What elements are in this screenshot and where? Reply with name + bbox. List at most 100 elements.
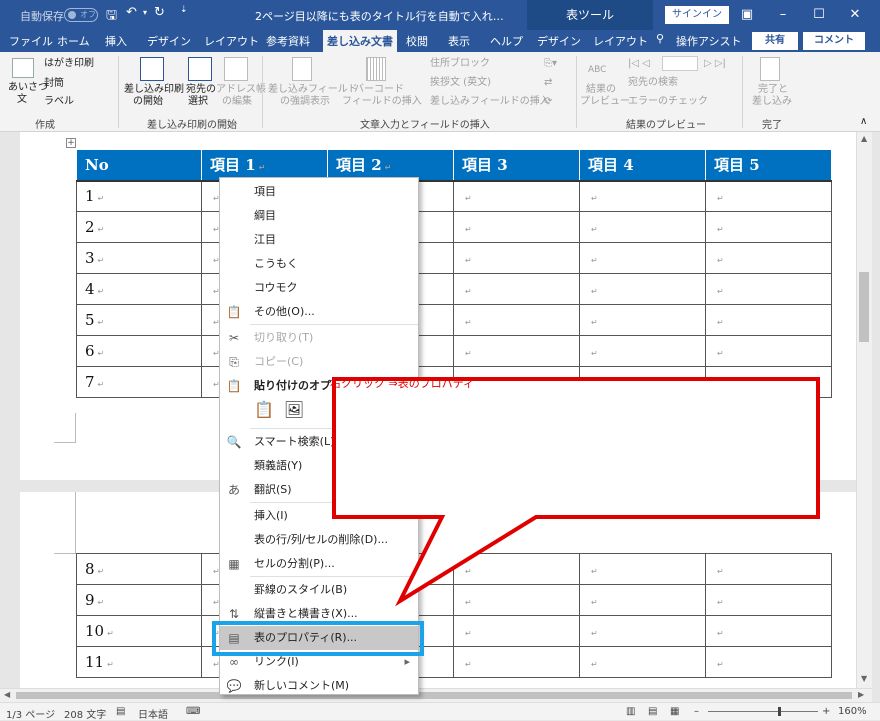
scroll-left-icon[interactable]: ◀ [4, 690, 10, 699]
table-cell[interactable]: ↵ [453, 273, 580, 305]
table-cell[interactable]: ↵ [705, 304, 832, 336]
table-cell[interactable]: ↵ [453, 180, 580, 212]
table-cell[interactable]: ↵ [579, 335, 706, 367]
menu-cut[interactable]: ✂ 切り取り(T) [220, 326, 418, 350]
suggestion-item-4[interactable]: こうもく [220, 252, 418, 276]
header-item1[interactable]: 項目 1 ↵ [201, 149, 328, 182]
table-cell[interactable]: ↵ [453, 615, 580, 647]
first-record-icon[interactable]: |◁ ◁ [628, 58, 650, 70]
tab-review[interactable]: 校閲 [406, 33, 428, 49]
suggestion-item-2[interactable]: 綱目 [220, 204, 418, 228]
insert-merge-field-button[interactable]: 差し込みフィールドの挿入 [430, 96, 550, 108]
page-count[interactable]: 1/3 ページ [6, 706, 55, 721]
table-cell[interactable]: ↵ [579, 211, 706, 243]
greeting-button[interactable]: あいさつ [8, 82, 48, 94]
postcard-print-button[interactable]: はがき印刷 [44, 58, 94, 70]
read-mode-icon[interactable]: ▥ [626, 706, 635, 717]
horizontal-scroll-thumb[interactable] [16, 692, 852, 699]
print-layout-icon[interactable]: ▤ [648, 706, 657, 717]
horizontal-scrollbar[interactable]: ◀ ▶ [0, 688, 872, 702]
table-cell[interactable]: ↵ [705, 335, 832, 367]
maximize-icon[interactable]: ☐ [802, 0, 836, 30]
ribbon-display-options-icon[interactable]: ▣ [730, 0, 764, 30]
update-labels-icon[interactable]: ⟳ [544, 96, 552, 108]
check-errors-button[interactable]: エラーのチェック [628, 96, 708, 108]
row-number-cell[interactable]: 7 ↵ [76, 366, 202, 398]
table-cell[interactable]: ↵ [453, 335, 580, 367]
word-count[interactable]: 208 文字 [64, 706, 106, 721]
tab-view[interactable]: 表示 [448, 33, 470, 49]
tab-home[interactable]: ホーム [57, 33, 90, 49]
match-fields-icon[interactable]: ⇄ [544, 77, 552, 89]
table-cell[interactable]: ↵ [579, 242, 706, 274]
web-layout-icon[interactable]: ▦ [670, 706, 679, 717]
select-recipients-button[interactable]: 宛先の [186, 84, 216, 96]
tab-table-layout[interactable]: レイアウト [593, 33, 648, 49]
header-item3[interactable]: 項目 3 [453, 149, 580, 182]
redo-icon[interactable]: ↻ [154, 5, 165, 20]
address-block-button[interactable]: 住所ブロック [430, 58, 490, 70]
data-table-page1[interactable]: No 項目 1↵ 項目 2↵ 項目 3 項目 4 項目 5 1↵↵↵↵↵↵2↵↵… [76, 149, 832, 398]
label-button[interactable]: ラベル [44, 96, 74, 108]
suggestion-item-3[interactable]: 江目 [220, 228, 418, 252]
tab-design[interactable]: デザイン [147, 33, 191, 49]
row-number-cell[interactable]: 8 ↵ [76, 553, 202, 585]
finish-merge-button[interactable]: 完了と [758, 84, 788, 96]
save-icon[interactable]: 🖫 [106, 6, 117, 28]
autosave-toggle[interactable]: オフ [64, 8, 98, 22]
highlight-fields-button[interactable]: 差し込みフィールド [268, 84, 358, 96]
table-cell[interactable]: ↵ [579, 615, 706, 647]
tab-layout[interactable]: レイアウト [204, 33, 259, 49]
table-cell[interactable]: ↵ [705, 242, 832, 274]
signin-button[interactable]: サインイン [665, 6, 729, 24]
tab-file[interactable]: ファイル [9, 33, 53, 49]
collapse-ribbon-icon[interactable]: ∧ [860, 116, 867, 128]
paste-picture-icon[interactable]: 🖼 [284, 400, 304, 419]
suggestion-item-5[interactable]: コウモク [220, 276, 418, 300]
menu-copy[interactable]: ⎘ コピー(C) [220, 350, 418, 374]
table-cell[interactable]: ↵ [705, 180, 832, 212]
row-number-cell[interactable]: 5 ↵ [76, 304, 202, 336]
zoom-slider[interactable] [708, 711, 818, 712]
barcode-field-button[interactable]: バーコード [354, 84, 404, 96]
undo-dropdown-icon[interactable]: ▾ [143, 8, 147, 17]
undo-icon[interactable]: ↶ [126, 5, 137, 20]
row-number-cell[interactable]: 3 ↵ [76, 242, 202, 274]
table-cell[interactable]: ↵ [579, 273, 706, 305]
comment-button[interactable]: コメント [803, 32, 865, 50]
row-number-cell[interactable]: 4 ↵ [76, 273, 202, 305]
record-number-input[interactable] [662, 56, 698, 71]
zoom-level[interactable]: 160% [838, 706, 867, 717]
language[interactable]: 日本語 [138, 706, 168, 721]
suggestion-item-1[interactable]: 項目 [220, 180, 418, 204]
table-cell[interactable]: ↵ [579, 304, 706, 336]
edit-recipients-button[interactable]: アドレス帳 [216, 84, 266, 96]
vertical-scroll-thumb[interactable] [859, 272, 869, 342]
vertical-scrollbar[interactable]: ▲ ▼ [856, 132, 872, 688]
menu-more[interactable]: 📋 その他(O)... [220, 300, 418, 324]
tab-table-design[interactable]: デザイン [537, 33, 581, 49]
next-record-icon[interactable]: ▷ ▷| [704, 58, 726, 70]
accessibility-icon[interactable]: ⌨ [186, 706, 200, 717]
rules-icon[interactable]: ⎘▾ [544, 58, 557, 70]
table-cell[interactable]: ↵ [705, 646, 832, 678]
menu-new-comment[interactable]: 💬 新しいコメント(M) [220, 674, 418, 698]
proofing-icon[interactable]: ▤ [116, 706, 125, 717]
table-cell[interactable]: ↵ [579, 180, 706, 212]
row-number-cell[interactable]: 10 ↵ [76, 615, 202, 647]
row-number-cell[interactable]: 2 ↵ [76, 211, 202, 243]
preview-results-button[interactable]: 結果の [586, 84, 616, 96]
find-recipient-button[interactable]: 宛先の検索 [628, 77, 678, 89]
row-number-cell[interactable]: 11 ↵ [76, 646, 202, 678]
zoom-slider-thumb[interactable] [778, 707, 781, 716]
zoom-in-icon[interactable]: + [822, 706, 830, 717]
table-cell[interactable]: ↵ [705, 273, 832, 305]
table-cell[interactable]: ↵ [453, 242, 580, 274]
tell-me-search[interactable]: 操作アシスト [676, 33, 742, 49]
table-move-handle-icon[interactable]: + [66, 138, 76, 148]
header-item5[interactable]: 項目 5 [705, 149, 832, 182]
scroll-down-icon[interactable]: ▼ [861, 674, 867, 683]
row-number-cell[interactable]: 1 ↵ [76, 180, 202, 212]
tab-insert[interactable]: 挿入 [105, 33, 127, 49]
close-icon[interactable]: ✕ [838, 0, 872, 30]
